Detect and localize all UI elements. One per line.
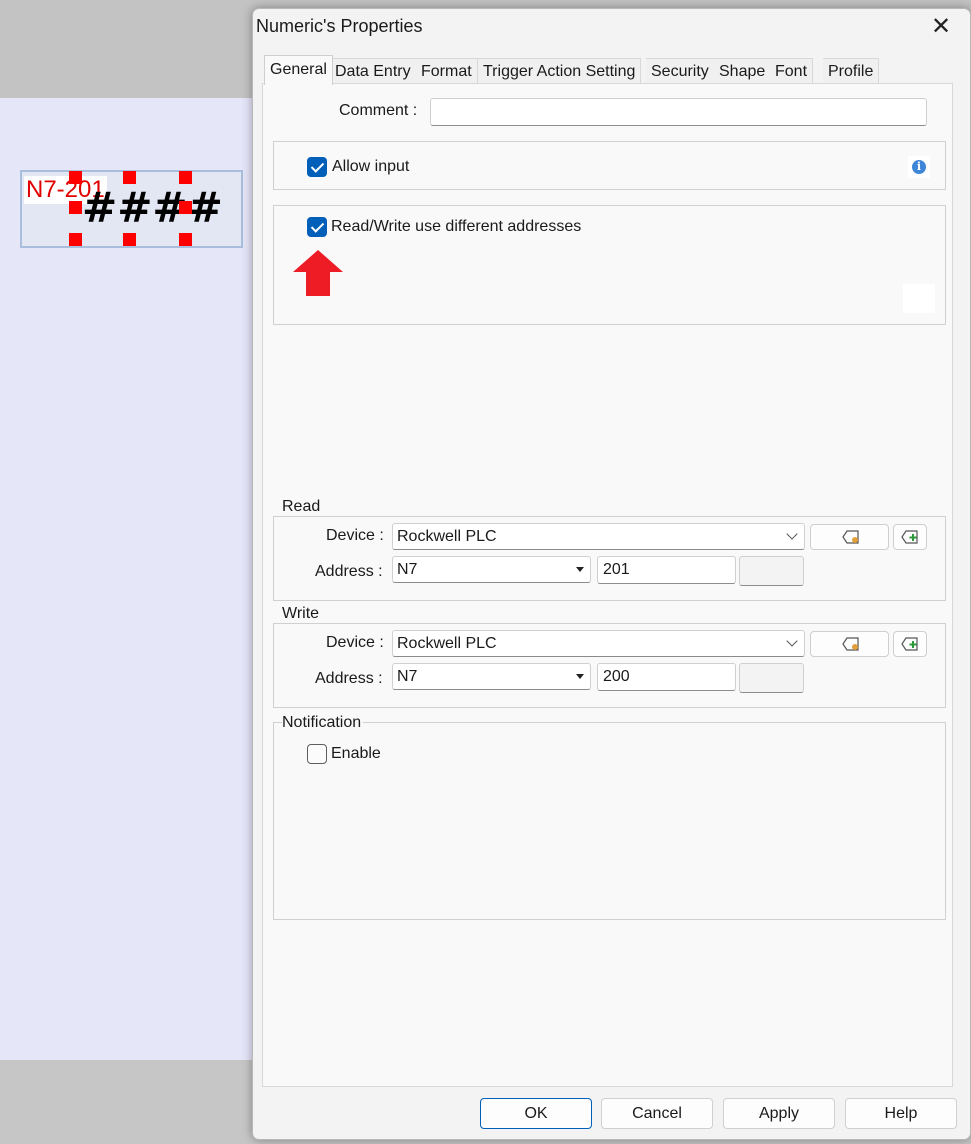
dropdown-arrow-icon: [576, 674, 584, 679]
read-add-tag-button[interactable]: [893, 524, 927, 550]
tab-general[interactable]: General: [264, 55, 333, 85]
tab-profile[interactable]: Profile: [823, 58, 880, 84]
read-group-title: Read: [282, 498, 323, 516]
red-arrow-annotation: [293, 250, 343, 296]
tag-icon: [842, 530, 859, 544]
write-address-extra: [739, 663, 804, 693]
resize-handle[interactable]: [179, 171, 192, 184]
read-address-type-value: N7: [397, 561, 418, 578]
write-tag-button[interactable]: [810, 631, 889, 657]
add-tag-icon: [901, 637, 918, 651]
read-address-type-select[interactable]: N7: [392, 556, 591, 583]
write-address-input[interactable]: 200: [597, 663, 736, 691]
tab-data-entry[interactable]: Data Entry: [330, 58, 417, 84]
tab-security[interactable]: Security: [646, 58, 715, 84]
dropdown-arrow-icon: [576, 567, 584, 572]
rw-different-label: Read/Write use different addresses: [331, 218, 582, 235]
comment-label: Comment :: [339, 102, 418, 119]
read-address-label: Address :: [315, 563, 383, 580]
notification-enable-checkbox[interactable]: [307, 744, 327, 764]
help-button[interactable]: Help: [845, 1098, 957, 1129]
read-device-value: Rockwell PLC: [397, 528, 497, 545]
tab-trigger-action-setting[interactable]: Trigger Action Setting: [478, 58, 642, 84]
resize-handle[interactable]: [179, 233, 192, 246]
allow-input-checkbox[interactable]: [307, 157, 327, 177]
dialog-title: Numeric's Properties: [256, 16, 423, 36]
tab-font[interactable]: Font: [770, 58, 814, 84]
close-icon[interactable]: ✕: [926, 12, 956, 42]
apply-button[interactable]: Apply: [723, 1098, 835, 1129]
write-device-select[interactable]: Rockwell PLC: [392, 630, 805, 657]
tab-shape[interactable]: Shape: [714, 58, 772, 84]
comment-input[interactable]: [430, 98, 927, 126]
write-device-label: Device :: [326, 634, 384, 651]
tag-icon: [842, 637, 859, 651]
read-address-input[interactable]: 201: [597, 556, 736, 584]
allow-input-label: Allow input: [332, 158, 410, 175]
info-icon[interactable]: i: [908, 156, 930, 178]
read-address-extra: [739, 556, 804, 586]
read-device-label: Device :: [326, 527, 384, 544]
write-group-title: Write: [282, 605, 322, 623]
resize-handle[interactable]: [123, 171, 136, 184]
read-tag-button[interactable]: [810, 524, 889, 550]
read-device-select[interactable]: Rockwell PLC: [392, 523, 805, 550]
notification-group-title: Notification: [282, 714, 364, 732]
resize-handle[interactable]: [123, 233, 136, 246]
write-add-tag-button[interactable]: [893, 631, 927, 657]
notification-enable-label: Enable: [331, 745, 381, 762]
write-device-value: Rockwell PLC: [397, 635, 497, 652]
ok-button[interactable]: OK: [480, 1098, 592, 1129]
resize-handle[interactable]: [69, 171, 82, 184]
rw-different-checkbox[interactable]: [307, 217, 327, 237]
cancel-button[interactable]: Cancel: [601, 1098, 713, 1129]
blank-box: [903, 284, 935, 313]
chevron-down-icon: [786, 528, 798, 540]
write-address-label: Address :: [315, 670, 383, 687]
tab-format[interactable]: Format: [416, 58, 478, 84]
write-address-type-value: N7: [397, 668, 418, 685]
add-tag-icon: [901, 530, 918, 544]
resize-handle[interactable]: [69, 201, 82, 214]
resize-handle[interactable]: [179, 201, 192, 214]
chevron-down-icon: [786, 635, 798, 647]
write-address-type-select[interactable]: N7: [392, 663, 591, 690]
resize-handle[interactable]: [69, 233, 82, 246]
